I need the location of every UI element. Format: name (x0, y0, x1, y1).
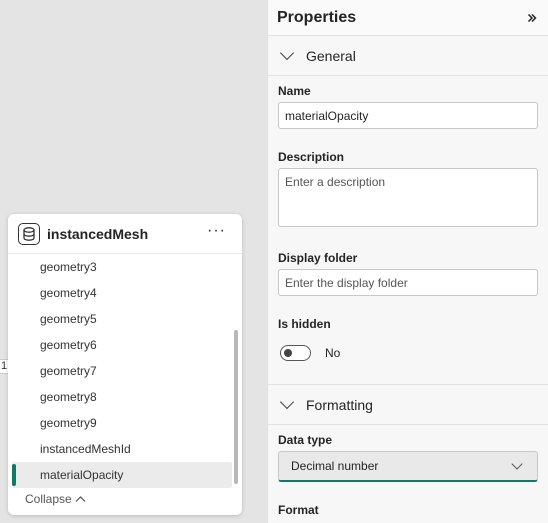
chevron-down-icon (511, 457, 523, 470)
display-folder-input[interactable] (278, 269, 538, 296)
collapse-label: Collapse (25, 492, 72, 506)
name-label: Name (278, 84, 311, 98)
field-item[interactable]: geometry8 (8, 384, 232, 410)
format-label: Format (278, 503, 319, 517)
table-title: instancedMesh (47, 225, 149, 242)
table-card-header[interactable]: instancedMesh ··· (8, 214, 242, 254)
display-folder-label: Display folder (278, 251, 358, 265)
field-item[interactable]: geometry7 (8, 358, 232, 384)
data-type-value: Decimal number (291, 459, 379, 473)
general-section-toggle[interactable]: General (268, 36, 548, 76)
table-icon (18, 222, 40, 245)
field-list: geometry3 geometry4 geometry5 geometry6 … (8, 254, 232, 488)
toggle-knob (284, 348, 292, 357)
is-hidden-toggle-row: No (280, 345, 340, 361)
field-item[interactable]: geometry6 (8, 332, 232, 358)
description-label: Description (278, 150, 345, 164)
more-options-button[interactable]: ··· (201, 222, 232, 246)
chevron-down-icon (279, 394, 295, 410)
table-card[interactable]: instancedMesh ··· geometry3 geometry4 ge… (8, 214, 242, 515)
double-chevron-right-icon[interactable] (527, 10, 539, 26)
is-hidden-value: No (325, 346, 341, 360)
field-item-selected[interactable]: materialOpacity (12, 462, 232, 488)
field-item[interactable]: geometry5 (8, 306, 232, 332)
data-type-label: Data type (278, 433, 333, 447)
field-item[interactable]: geometry3 (8, 254, 232, 280)
general-heading: General (306, 47, 356, 64)
field-item[interactable]: instancedMeshId (8, 436, 232, 462)
properties-header: Properties (268, 0, 548, 36)
formatting-section-toggle[interactable]: Formatting (268, 385, 548, 425)
is-hidden-label: Is hidden (278, 317, 331, 331)
field-list-scrollbar[interactable] (234, 330, 238, 484)
field-item[interactable]: geometry9 (8, 410, 232, 436)
field-item[interactable]: geometry4 (8, 280, 232, 306)
name-input[interactable] (278, 102, 538, 129)
data-type-dropdown[interactable]: Decimal number (278, 451, 538, 482)
model-canvas[interactable]: 1 instancedMesh ··· geometry3 geometry4 … (0, 0, 267, 523)
properties-panel: Properties General Name Description Disp… (267, 0, 548, 523)
collapse-button[interactable]: Collapse (25, 492, 86, 506)
formatting-heading: Formatting (306, 396, 373, 413)
is-hidden-toggle[interactable] (280, 345, 311, 361)
chevron-up-icon (75, 492, 86, 506)
properties-title: Properties (277, 8, 357, 26)
chevron-down-icon (279, 45, 295, 61)
description-input[interactable] (278, 168, 538, 227)
